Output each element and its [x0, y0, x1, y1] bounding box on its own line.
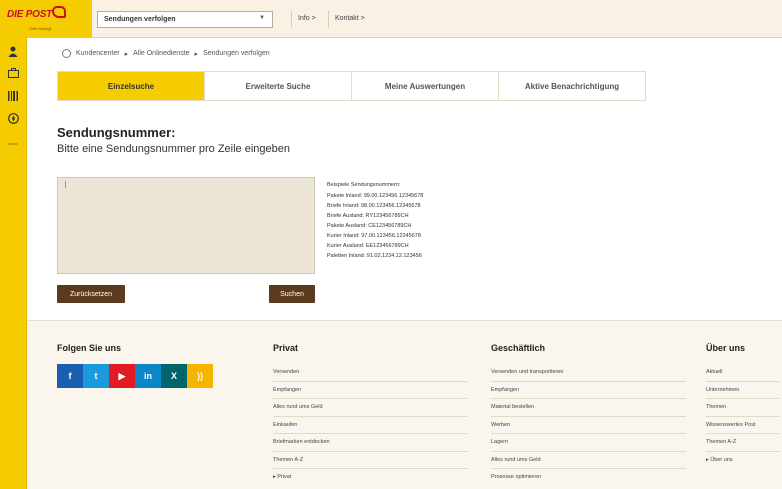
footer-link[interactable]: Alles rund ums Geld [273, 399, 468, 417]
follow-heading: Folgen Sie uns [57, 343, 122, 353]
footer-link[interactable]: Alles rund ums Geld [491, 452, 686, 469]
breadcrumb-item[interactable]: Alle Onlinedienste [133, 50, 189, 57]
kontakt-menu-button[interactable]: Kontakt > [328, 11, 371, 28]
compass-icon[interactable] [6, 111, 20, 125]
footer-link[interactable]: Empfangen [273, 382, 468, 399]
xing-icon[interactable]: X [161, 364, 187, 388]
youtube-icon[interactable]: ▶ [109, 364, 135, 388]
top-bar: DIE POST Gelb bewegt Sendungen verfolgen… [0, 0, 782, 38]
tracking-number-input[interactable]: | [57, 177, 315, 274]
footer-link[interactable]: Werben [491, 417, 686, 434]
footer-link[interactable]: Prozesse optimieren [491, 469, 686, 487]
example-item: Paletten Inland: 91.02.1234.12.123456 [327, 253, 422, 259]
footer-link[interactable]: Versenden und transportieren [491, 364, 686, 382]
footer-heading: Über uns [706, 343, 746, 353]
search-button[interactable]: Suchen [269, 285, 315, 303]
tab-meine-auswertungen[interactable]: Meine Auswertungen [351, 72, 498, 100]
example-item: Briefe Ausland: RY123456789CH [327, 213, 409, 219]
footer-column-privat: Privat [273, 343, 298, 353]
post-logo[interactable]: DIE POST Gelb bewegt [0, 0, 92, 38]
caret-down-icon: ▼ [259, 15, 265, 21]
rail-divider [8, 143, 18, 145]
linkedin-icon[interactable]: in [135, 364, 161, 388]
footer-link[interactable]: Themen [706, 399, 780, 417]
footer-link[interactable]: Einkaufen [273, 417, 468, 434]
tab-aktive-benachrichtigung[interactable]: Aktive Benachrichtigung [498, 72, 645, 100]
example-item: Pakete Ausland: CE123456789CH [327, 223, 412, 229]
briefcase-icon[interactable] [6, 66, 20, 80]
example-item: Pakete Inland: 99.00.123456.12345678 [327, 193, 424, 199]
footer-heading: Privat [273, 343, 299, 353]
home-circle-icon[interactable] [62, 49, 71, 58]
footer-link[interactable]: Themen A-Z [706, 434, 780, 452]
left-rail [0, 38, 27, 489]
footer-link[interactable]: Briefmarken entdecken [273, 434, 468, 452]
footer-heading: Geschäftlich [491, 343, 546, 353]
example-heading: Beispiele Sendungsnummern: [327, 182, 401, 188]
post-horn-icon [52, 6, 66, 18]
breadcrumb-separator-icon: ▸ [124, 50, 129, 58]
footer-link[interactable]: ▸ Privat [273, 469, 468, 487]
twitter-icon[interactable]: t [83, 364, 109, 388]
footer-link[interactable]: Wissenswertes Post [706, 417, 780, 434]
example-item: Kurier Ausland: EE123456789CH [327, 243, 409, 249]
example-item: Kurier Inland: 97.00.123456.12345678 [327, 233, 421, 239]
service-select-value: Sendungen verfolgen [104, 16, 176, 23]
example-numbers: Beispiele Sendungsnummern: Pakete Inland… [327, 180, 423, 261]
info-menu-button[interactable]: Info > [291, 11, 322, 28]
social-links: f t ▶ in X )) [57, 364, 213, 388]
footer-link[interactable]: Unternehmen [706, 382, 780, 399]
footer-link[interactable]: Themen A-Z [273, 452, 468, 469]
tab-bar: Einzelsuche Erweiterte Suche Meine Auswe… [57, 71, 646, 101]
tab-erweiterte-suche[interactable]: Erweiterte Suche [204, 72, 351, 100]
footer-link[interactable]: ▸ Über uns [706, 452, 780, 470]
footer-column-ueber-uns: Über uns [706, 343, 745, 353]
facebook-icon[interactable]: f [57, 364, 83, 388]
follow-column: Folgen Sie uns [57, 343, 121, 353]
footer-list-ueber-uns: Aktuell Unternehmen Themen Wissenswertes… [706, 364, 780, 469]
footer-list-geschaeftlich: Versenden und transportieren Empfangen M… [491, 364, 686, 487]
footer-link[interactable]: Aktuell [706, 364, 780, 382]
footer-link[interactable]: Empfangen [491, 382, 686, 399]
tab-einzelsuche[interactable]: Einzelsuche [58, 72, 204, 100]
page-subtitle: Bitte eine Sendungsnummer pro Zeile eing… [57, 143, 290, 155]
breadcrumb: Kundencenter ▸ Alle Onlinedienste ▸ Send… [62, 49, 270, 58]
barcode-icon[interactable] [6, 89, 20, 103]
brand-tagline: Gelb bewegt [29, 26, 52, 31]
rss-icon[interactable]: )) [187, 364, 213, 388]
footer-column-geschaeftlich: Geschäftlich [491, 343, 545, 353]
reset-button[interactable]: Zurücksetzen [57, 285, 125, 303]
footer-link[interactable]: Versenden [273, 364, 468, 382]
example-item: Briefe Inland: 98.00.123456.12345678 [327, 203, 421, 209]
breadcrumb-item-current: Sendungen verfolgen [203, 50, 270, 57]
user-icon[interactable] [6, 44, 20, 58]
breadcrumb-item[interactable]: Kundencenter [76, 50, 120, 57]
footer-list-privat: Versenden Empfangen Alles rund ums Geld … [273, 364, 468, 487]
footer-link[interactable]: Material bestellen [491, 399, 686, 417]
breadcrumb-separator-icon: ▸ [194, 50, 199, 58]
footer-link[interactable]: Lagern [491, 434, 686, 452]
page-title: Sendungsnummer: [57, 125, 176, 140]
service-select[interactable]: Sendungen verfolgen ▼ [97, 11, 273, 28]
brand-name: DIE POST [7, 9, 53, 20]
